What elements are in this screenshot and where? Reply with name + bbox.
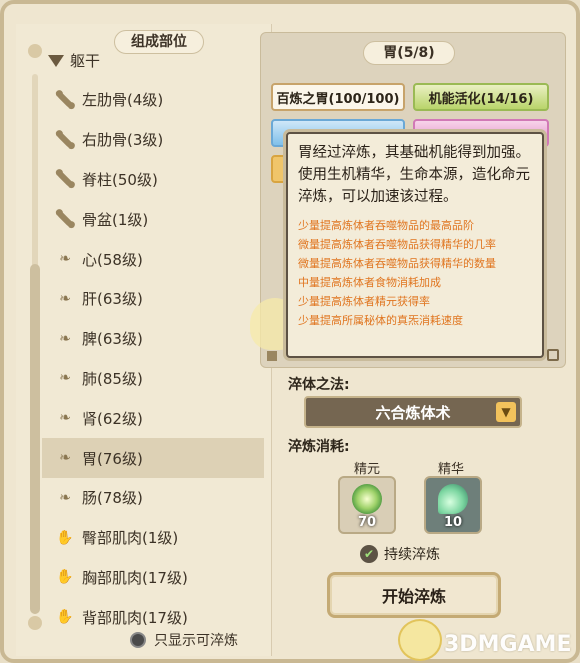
list-item[interactable]: 脊柱(50级) bbox=[42, 160, 264, 200]
section-title: 组成部位 bbox=[114, 30, 204, 54]
list-item[interactable]: 骨盆(1级) bbox=[42, 199, 264, 239]
list-item[interactable]: 左肋骨(4级) bbox=[42, 80, 264, 120]
bone-icon bbox=[56, 131, 74, 149]
list-item[interactable]: ❧ 心(58级) bbox=[42, 239, 264, 279]
effect-line: 少量提高炼体者吞噬物品的最高品阶 bbox=[298, 219, 474, 232]
method-label: 淬体之法: bbox=[288, 377, 350, 393]
chevron-down-icon[interactable]: ▼ bbox=[496, 402, 516, 422]
part-label: 骨盆(1级) bbox=[82, 210, 149, 229]
scroll-up-icon[interactable] bbox=[28, 44, 42, 58]
method-select[interactable]: 六合炼体术 ▼ bbox=[304, 396, 522, 428]
organ-icon: ❧ bbox=[59, 450, 71, 467]
scroll-down-icon[interactable] bbox=[28, 616, 42, 630]
part-label: 肠(78级) bbox=[82, 489, 143, 508]
group-label: 躯干 bbox=[70, 52, 101, 70]
muscle-icon: ✋ bbox=[56, 529, 74, 546]
part-label: 肾(62级) bbox=[82, 409, 143, 428]
muscle-icon: ✋ bbox=[56, 569, 74, 586]
skill-button-a[interactable]: 百炼之胃(100/100) bbox=[271, 83, 405, 111]
corner-ornament-icon bbox=[267, 351, 277, 361]
expand-triangle-icon bbox=[48, 54, 64, 67]
cost-label: 淬炼消耗: bbox=[288, 439, 350, 455]
part-label: 脊柱(50级) bbox=[82, 170, 158, 189]
scrollbar-thumb[interactable] bbox=[30, 264, 40, 614]
list-item[interactable]: ❧ 肺(85级) bbox=[42, 359, 264, 399]
part-label: 心(58级) bbox=[82, 250, 143, 269]
organ-icon: ❧ bbox=[59, 251, 71, 268]
filter-toggle[interactable]: 只显示可淬炼 bbox=[130, 630, 238, 650]
resource-amount: 10 bbox=[443, 515, 463, 530]
list-item[interactable]: ❧ 脾(63级) bbox=[42, 319, 264, 359]
resource-slot-spirit[interactable]: 10 bbox=[424, 476, 482, 534]
tooltip-description: 胃经过淬炼，其基础机能得到加强。使用生机精华，生命本源，造化命元淬炼，可以加速该… bbox=[298, 145, 530, 205]
organ-title: 胃(5/8) bbox=[363, 41, 455, 65]
part-label: 背部肌肉(17级) bbox=[82, 608, 188, 627]
method-value: 六合炼体术 bbox=[375, 403, 451, 422]
list-item[interactable]: 右肋骨(3级) bbox=[42, 120, 264, 160]
corner-ornament-icon bbox=[547, 349, 559, 361]
bone-icon bbox=[56, 210, 74, 228]
effect-line: 少量提高炼体者精元获得率 bbox=[298, 295, 430, 308]
start-refine-button[interactable]: 开始淬炼 bbox=[327, 572, 501, 618]
bone-icon bbox=[56, 170, 74, 188]
watermark-mascot-icon bbox=[398, 619, 442, 661]
part-label: 脾(63级) bbox=[82, 330, 143, 349]
resource-name: 精华 bbox=[438, 462, 465, 477]
continue-label: 持续淬炼 bbox=[384, 547, 440, 563]
tooltip: 胃经过淬炼，其基础机能得到加强。使用生机精华，生命本源，造化命元淬炼，可以加速该… bbox=[286, 132, 544, 358]
list-item[interactable]: ✋ 胸部肌肉(17级) bbox=[42, 558, 264, 598]
part-label: 肺(85级) bbox=[82, 369, 143, 388]
organ-icon: ❧ bbox=[59, 489, 71, 506]
spirit-droplet-icon bbox=[438, 484, 468, 514]
organ-icon: ❧ bbox=[59, 370, 71, 387]
effect-line: 微量提高炼体者吞噬物品获得精华的数量 bbox=[298, 257, 496, 270]
part-label: 右肋骨(3级) bbox=[82, 131, 164, 150]
radio-icon[interactable] bbox=[130, 632, 146, 648]
game-window: 组成部位 躯干 左肋骨(4级) 右肋骨(3级) 脊柱(50级) 骨盆(1级) ❧… bbox=[0, 0, 580, 663]
watermark: 3DMGAME bbox=[444, 632, 572, 657]
list-item[interactable]: ❧ 肾(62级) bbox=[42, 398, 264, 438]
part-label: 肝(63级) bbox=[82, 290, 143, 309]
list-item[interactable]: ✋ 臀部肌肉(1级) bbox=[42, 518, 264, 558]
checkmark-icon[interactable]: ✔ bbox=[360, 545, 378, 563]
bone-icon bbox=[56, 91, 74, 109]
list-item-selected[interactable]: ❧ 胃(76级) bbox=[42, 438, 264, 478]
resource-slot-essence[interactable]: 70 bbox=[338, 476, 396, 534]
part-label: 左肋骨(4级) bbox=[82, 91, 164, 110]
muscle-icon: ✋ bbox=[56, 609, 74, 626]
skill-button-b[interactable]: 机能活化(14/16) bbox=[413, 83, 549, 111]
part-label: 胸部肌肉(17级) bbox=[82, 568, 188, 587]
effect-line: 微量提高炼体者吞噬物品获得精华的几率 bbox=[298, 238, 496, 251]
effect-line: 少量提高所属秘体的真炁消耗速度 bbox=[298, 314, 463, 327]
tooltip-effects: 少量提高炼体者吞噬物品的最高品阶 微量提高炼体者吞噬物品获得精华的几率 微量提高… bbox=[298, 216, 532, 330]
list-item[interactable]: ❧ 肝(63级) bbox=[42, 279, 264, 319]
organ-icon: ❧ bbox=[59, 290, 71, 307]
essence-orb-icon bbox=[352, 484, 382, 514]
continue-refine-toggle[interactable]: ✔ 持续淬炼 bbox=[360, 544, 440, 564]
parts-list: 左肋骨(4级) 右肋骨(3级) 脊柱(50级) 骨盆(1级) ❧ 心(58级) ❧… bbox=[42, 80, 264, 637]
organ-icon: ❧ bbox=[59, 410, 71, 427]
filter-label: 只显示可淬炼 bbox=[154, 633, 238, 649]
organ-icon: ❧ bbox=[59, 330, 71, 347]
resource-amount: 70 bbox=[357, 515, 377, 530]
list-item[interactable]: ❧ 肠(78级) bbox=[42, 478, 264, 518]
effect-line: 中量提高炼体者食物消耗加成 bbox=[298, 276, 441, 289]
resource-name: 精元 bbox=[354, 462, 381, 477]
group-header-trunk[interactable]: 躯干 bbox=[48, 50, 100, 71]
part-label: 胃(76级) bbox=[82, 449, 143, 468]
part-label: 臀部肌肉(1级) bbox=[82, 529, 179, 548]
